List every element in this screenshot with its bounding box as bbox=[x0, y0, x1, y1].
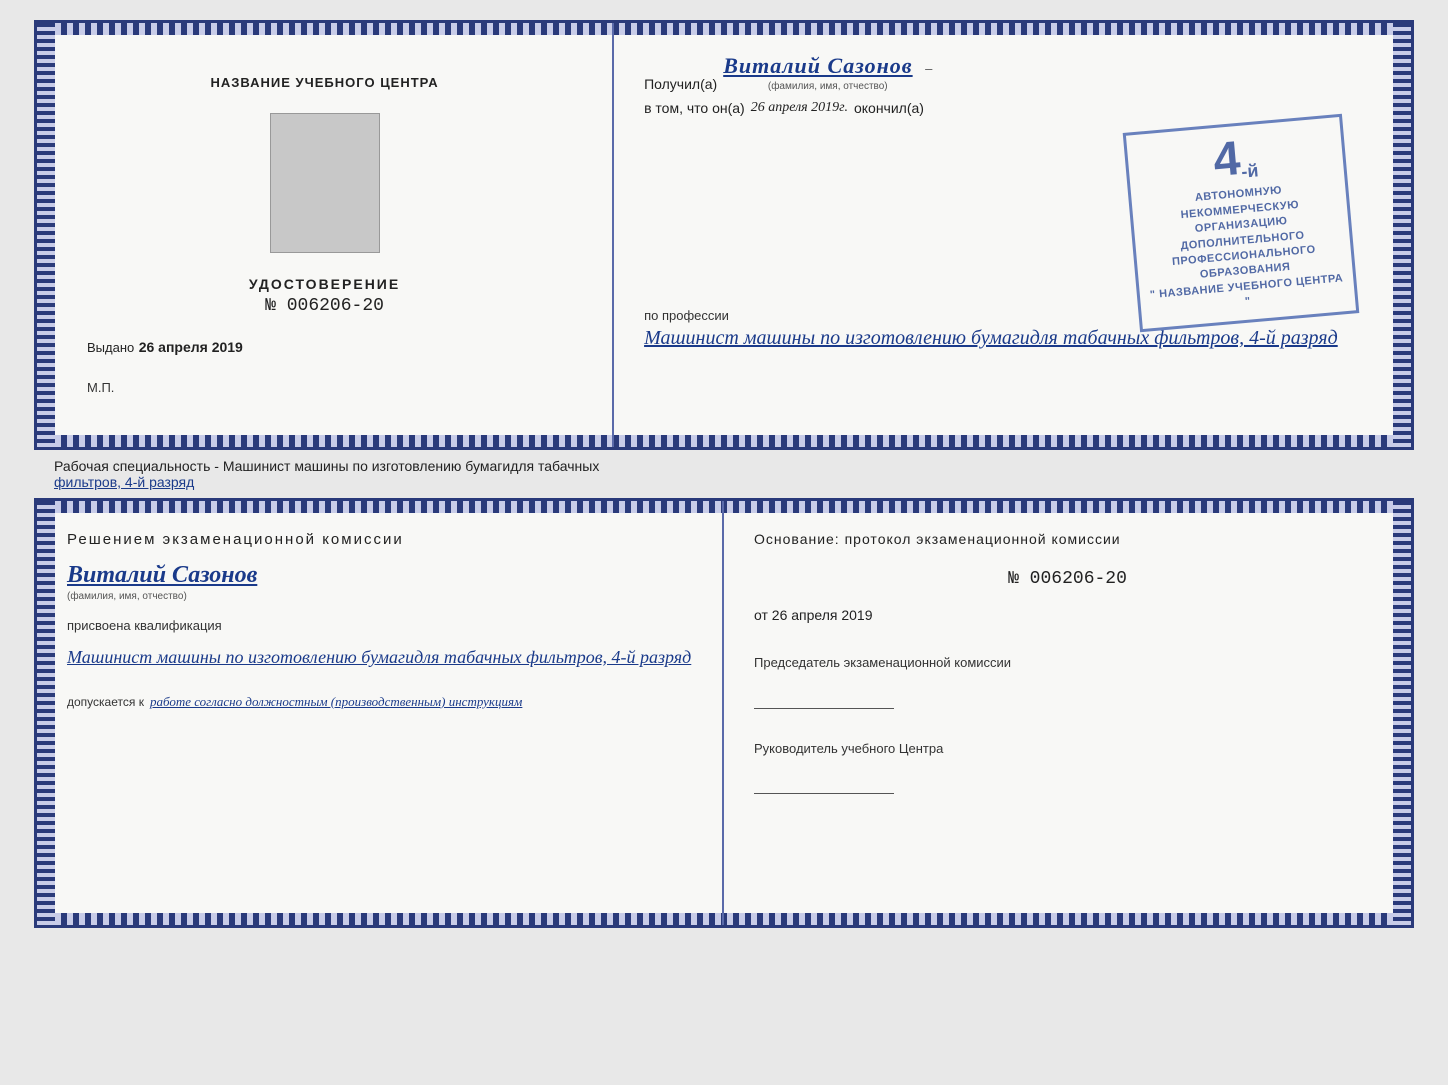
certificate-top: НАЗВАНИЕ УЧЕБНОГО ЦЕНТРА УДОСТОВЕРЕНИЕ №… bbox=[34, 20, 1414, 450]
stamp-overlay: 4 -й АВТОНОМНУЮ НЕКОММЕРЧЕСКУЮ ОРГАНИЗАЦ… bbox=[1123, 114, 1360, 332]
person-subtitle: (фамилия, имя, отчество) bbox=[67, 591, 692, 602]
issued-block: Выдано 26 апреля 2019 bbox=[77, 339, 572, 357]
chairman-label: Председатель экзаменационной комиссии bbox=[754, 653, 1381, 673]
basis-label: Основание: протокол экзаменационной коми… bbox=[754, 531, 1381, 547]
middle-prefix: Рабочая специальность - Машинист машины … bbox=[54, 458, 599, 474]
photo-placeholder bbox=[270, 113, 380, 253]
certificate-bottom: Решением экзаменационной комиссии Витали… bbox=[34, 498, 1414, 928]
issued-label: Выдано bbox=[87, 340, 134, 355]
profession-text: Машинист машины по изготовлению бумагидл… bbox=[644, 323, 1381, 353]
recipient-name: Виталий Сазонов bbox=[723, 53, 912, 78]
document-wrapper: НАЗВАНИЕ УЧЕБНОГО ЦЕНТРА УДОСТОВЕРЕНИЕ №… bbox=[34, 20, 1414, 928]
bottom-left-panel: Решением экзаменационной комиссии Витали… bbox=[37, 501, 724, 925]
bottom-right-panel: Основание: протокол экзаменационной коми… bbox=[724, 501, 1411, 925]
protocol-number: № 006206-20 bbox=[754, 569, 1381, 589]
admission-block: допускается к работе согласно должностны… bbox=[67, 694, 692, 710]
org-name: НАЗВАНИЕ УЧЕБНОГО ЦЕНТРА bbox=[200, 75, 448, 90]
admission-text: работе согласно должностным (производств… bbox=[150, 694, 522, 710]
person-name: Виталий Сазонов bbox=[67, 562, 692, 589]
cert-title-block: УДОСТОВЕРЕНИЕ № 006206-20 bbox=[249, 276, 400, 316]
recipient-subtitle: (фамилия, имя, отчество) bbox=[723, 81, 932, 92]
middle-text-strip: Рабочая специальность - Машинист машины … bbox=[34, 450, 1414, 498]
director-label: Руководитель учебного Центра bbox=[754, 739, 1381, 759]
middle-underline: фильтров, 4-й разряд bbox=[54, 474, 194, 490]
qualification-label: присвоена квалификация bbox=[67, 618, 692, 633]
date-value: 26 апреля 2019г. bbox=[751, 100, 848, 116]
director-block: Руководитель учебного Центра bbox=[754, 739, 1381, 795]
cert-left-panel: НАЗВАНИЕ УЧЕБНОГО ЦЕНТРА УДОСТОВЕРЕНИЕ №… bbox=[37, 23, 614, 447]
person-block: Виталий Сазонов (фамилия, имя, отчество) bbox=[67, 558, 692, 602]
mp-label: М.П. bbox=[77, 380, 114, 395]
stamp-suffix: -й bbox=[1241, 161, 1260, 183]
bottom-cert-right-strip bbox=[1393, 501, 1411, 925]
admission-prefix: допускается к bbox=[67, 695, 144, 709]
recipient-prefix: Получил(а) bbox=[644, 76, 717, 92]
stamp-number: 4 bbox=[1212, 135, 1243, 185]
chairman-block: Председатель экзаменационной комиссии bbox=[754, 653, 1381, 709]
recipient-dash: – bbox=[925, 61, 932, 76]
commission-title: Решением экзаменационной комиссии bbox=[67, 531, 692, 548]
protocol-date-value: 26 апреля 2019 bbox=[772, 607, 873, 623]
cert-title: УДОСТОВЕРЕНИЕ bbox=[249, 276, 400, 292]
chairman-signature-line bbox=[754, 689, 894, 709]
recipient-line: Получил(а) Виталий Сазонов – (фамилия, и… bbox=[644, 53, 1381, 92]
cert-number: № 006206-20 bbox=[249, 296, 400, 316]
protocol-date: от 26 апреля 2019 bbox=[754, 607, 1381, 623]
cert-left-content: НАЗВАНИЕ УЧЕБНОГО ЦЕНТРА УДОСТОВЕРЕНИЕ №… bbox=[67, 43, 582, 427]
date-suffix: окончил(а) bbox=[854, 100, 924, 116]
date-line: в том, что он(а) 26 апреля 2019г. окончи… bbox=[644, 100, 1381, 116]
issued-date: 26 апреля 2019 bbox=[139, 339, 243, 355]
date-prefix: в том, что он(а) bbox=[644, 100, 745, 116]
right-strip-decoration bbox=[1393, 23, 1411, 447]
director-signature-line bbox=[754, 774, 894, 794]
qualification-text: Машинист машины по изготовлению бумагидл… bbox=[67, 643, 692, 672]
cert-right-panel: Получил(а) Виталий Сазонов – (фамилия, и… bbox=[614, 23, 1411, 447]
protocol-date-prefix: от bbox=[754, 607, 768, 623]
